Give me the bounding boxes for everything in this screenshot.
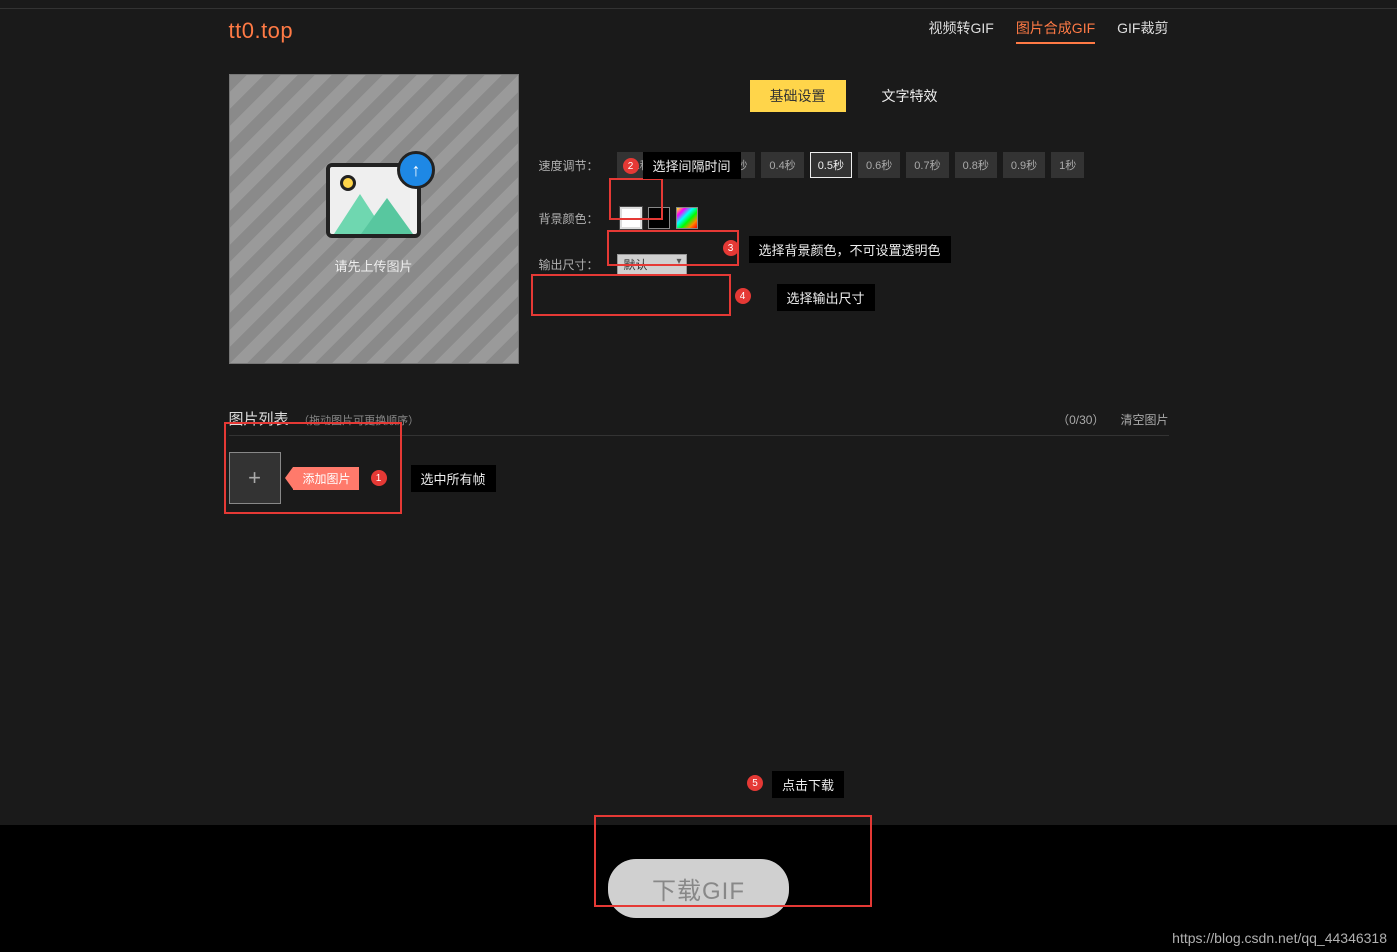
bg-color-label: 背景颜色： [539,210,609,227]
swatch-custom[interactable] [676,207,698,229]
settings-panel: 基础设置 文字特效 速度调节： 0.1秒0.2秒0.3秒0.4秒0.5秒0.6秒… [539,74,1169,364]
nav-crop-gif[interactable]: GIF裁剪 [1117,18,1168,44]
add-image-button[interactable]: + [229,452,281,504]
tab-basic-settings[interactable]: 基础设置 [750,80,846,112]
swatch-black[interactable] [648,207,670,229]
clear-images-link[interactable]: 清空图片 [1120,411,1168,428]
annotation-5-label: 点击下载 [772,771,844,798]
image-list-title: 图片列表 [229,411,289,428]
upload-hint: 请先上传图片 [334,256,412,275]
preview-panel: ↑ 请先上传图片 [229,74,519,364]
annotation-5-badge: 5 [747,775,763,791]
speed-label: 速度调节： [539,157,609,174]
annotation-2-label: 选择间隔时间 [643,152,741,179]
image-list-hint: （拖动图片可更换顺序） [298,415,419,427]
speed-option[interactable]: 0.7秒 [906,152,948,178]
upload-arrow-icon: ↑ [397,151,435,189]
speed-option[interactable]: 0.8秒 [955,152,997,178]
speed-option[interactable]: 0.4秒 [761,152,803,178]
image-count: （0/30） [1057,411,1104,428]
swatch-white[interactable] [620,207,642,229]
watermark: https://blog.csdn.net/qq_44346318 [1172,930,1387,946]
speed-option[interactable]: 0.9秒 [1003,152,1045,178]
annotation-1-badge: 1 [371,470,387,486]
output-size-label: 输出尺寸： [539,256,609,273]
speed-option[interactable]: 0.6秒 [858,152,900,178]
image-placeholder-icon: ↑ [326,163,421,238]
annotation-4-badge: 4 [735,288,751,304]
site-logo[interactable]: tt0.top [229,18,294,44]
color-swatches [617,204,701,232]
nav-video-to-gif[interactable]: 视频转GIF [928,18,993,44]
add-image-tag: 添加图片 [293,467,359,490]
annotation-1-label: 选中所有帧 [411,465,496,492]
speed-option[interactable]: 0.5秒 [810,152,852,178]
nav-compose-gif[interactable]: 图片合成GIF [1016,18,1095,44]
output-size-select[interactable]: 默认 [617,254,687,275]
annotation-4-label: 选择输出尺寸 [777,284,875,311]
main-nav: 视频转GIF 图片合成GIF GIF裁剪 [928,18,1168,44]
speed-option[interactable]: 1秒 [1051,152,1084,178]
download-gif-button[interactable]: 下载GIF [608,859,789,918]
tab-text-effects[interactable]: 文字特效 [862,80,958,112]
annotation-2-badge: 2 [623,158,639,174]
annotation-3-label: 选择背景颜色，不可设置透明色 [749,236,951,263]
annotation-3-badge: 3 [723,240,739,256]
